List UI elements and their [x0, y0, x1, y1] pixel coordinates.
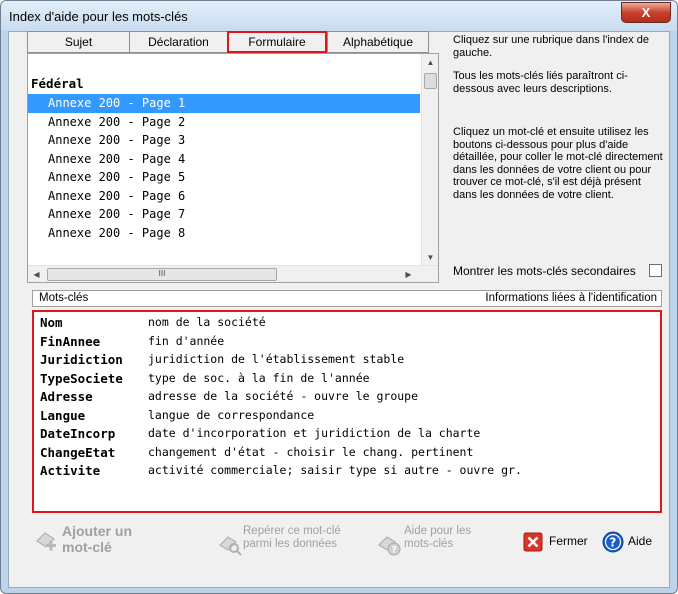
table-row[interactable]: DateIncorp date d'incorporation et jurid…	[40, 426, 650, 445]
horizontal-scroll-thumb[interactable]: III	[47, 268, 277, 281]
window-title: Index d'aide pour les mots-clés	[9, 9, 188, 24]
keyword-description: adresse de la société - ouvre le groupe	[148, 389, 419, 403]
help-label: Aide	[628, 534, 653, 548]
tab-declaration[interactable]: Déclaration	[129, 31, 227, 53]
scroll-up-arrow-icon[interactable]: ▲	[422, 54, 439, 71]
keyword-name: Langue	[40, 407, 86, 423]
table-row[interactable]: Juridiction juridiction de l'établisseme…	[40, 352, 650, 371]
index-tabs: Sujet Déclaration Formulaire Alphabétiqu…	[27, 31, 429, 53]
list-item[interactable]: Annexe 200 - Page 2	[28, 113, 420, 132]
close-label: Fermer	[549, 534, 588, 548]
help-button[interactable]: ? Aide	[600, 528, 662, 556]
add-keyword-label: Ajouter un mot-clé	[62, 523, 132, 555]
keyword-name: Nom	[40, 315, 63, 330]
form-list-vertical-scrollbar[interactable]: ▲ ▼	[421, 54, 438, 266]
keyword-name: TypeSociete	[40, 370, 123, 386]
keyword-description: fin d'année	[148, 333, 225, 348]
keyword-name: Activite	[40, 463, 101, 478]
window-close-button[interactable]: X	[621, 2, 671, 23]
keyword-description: activité commerciale; saisir type si aut…	[148, 463, 522, 477]
keyword-description: changement d'état - choisir le chang. pe…	[148, 444, 474, 459]
add-keyword-button[interactable]: Ajouter un mot-clé	[32, 523, 162, 567]
help-text-select-topic: Cliquez sur une rubrique dans l'index de…	[453, 34, 649, 59]
find-keyword-icon	[219, 536, 242, 556]
keyword-help-button[interactable]: ? Aide pour les mots-clés	[374, 525, 474, 565]
scroll-right-arrow-icon[interactable]: ▶	[400, 266, 417, 283]
list-item[interactable]: Annexe 200 - Page 6	[28, 187, 420, 206]
help-text-keywords-listed: Tous les mots-clés liés paraîtront ci-de…	[453, 70, 628, 95]
show-secondary-keywords-checkbox[interactable]	[649, 264, 662, 277]
svg-text:?: ?	[392, 546, 397, 556]
list-item[interactable]: Annexe 200 - Page 3	[28, 131, 420, 150]
keywords-column-header: Mots-clés	[39, 292, 89, 304]
keyword-help-icon: ?	[378, 536, 401, 556]
add-keyword-icon	[36, 532, 56, 551]
scroll-down-arrow-icon[interactable]: ▼	[422, 249, 439, 266]
title-bar[interactable]: Index d'aide pour les mots-clés X	[1, 1, 677, 31]
show-secondary-keywords-label: Montrer les mots-clés secondaires	[453, 264, 636, 278]
table-row[interactable]: Langue langue de correspondance	[40, 408, 650, 427]
list-item[interactable]: Annexe 200 - Page 1	[28, 94, 420, 113]
table-row[interactable]: FinAnnee fin d'année	[40, 334, 650, 353]
list-item[interactable]: Annexe 200 - Page 4	[28, 150, 420, 169]
keyword-description: date d'incorporation et juridiction de l…	[148, 426, 481, 440]
find-keyword-button[interactable]: Repérer ce mot-clé parmi les données	[215, 525, 355, 565]
info-column-header: Informations liées à l'identification	[485, 292, 657, 304]
keyword-name: FinAnnee	[40, 333, 101, 349]
keyword-help-index-window: Index d'aide pour les mots-clés X Sujet …	[0, 0, 678, 594]
svg-text:?: ?	[609, 536, 616, 550]
tab-sujet[interactable]: Sujet	[27, 31, 129, 53]
list-item[interactable]: Annexe 200 - Page 5	[28, 168, 420, 187]
tab-alphabetique[interactable]: Alphabétique	[327, 31, 429, 53]
keywords-table-header: Mots-clés Informations liées à l'identif…	[32, 290, 662, 307]
form-list[interactable]: Fédéral Annexe 200 - Page 1 Annexe 200 -…	[27, 53, 439, 283]
keyword-description: langue de correspondance	[148, 407, 315, 422]
keyword-name: Juridiction	[40, 352, 123, 367]
close-icon	[523, 532, 543, 552]
list-item[interactable]: Annexe 200 - Page 8	[28, 224, 420, 243]
table-row[interactable]: ChangeEtat changement d'état - choisir l…	[40, 445, 650, 464]
help-icon: ?	[602, 531, 624, 553]
keywords-table[interactable]: Nom nom de la société FinAnnee fin d'ann…	[32, 310, 662, 513]
table-row[interactable]: Activite activité commerciale; saisir ty…	[40, 463, 650, 482]
keyword-description: nom de la société	[148, 315, 266, 329]
tab-formulaire[interactable]: Formulaire	[227, 31, 327, 53]
keyword-name: ChangeEtat	[40, 444, 116, 460]
list-item[interactable]: Annexe 200 - Page 7	[28, 205, 420, 224]
table-row[interactable]: Nom nom de la société	[40, 315, 650, 334]
keyword-description: type de soc. à la fin de l'année	[148, 370, 370, 385]
form-list-items: Annexe 200 - Page 1 Annexe 200 - Page 2 …	[28, 94, 420, 242]
form-list-horizontal-scrollbar[interactable]: ◀ III ▶	[28, 265, 438, 282]
vertical-scroll-thumb[interactable]	[424, 73, 437, 89]
scroll-left-arrow-icon[interactable]: ◀	[28, 266, 45, 283]
close-button[interactable]: Fermer	[519, 528, 593, 556]
table-row[interactable]: TypeSociete type de soc. à la fin de l'a…	[40, 371, 650, 390]
help-text-usage: Cliquez un mot-clé et ensuite utilisez l…	[453, 126, 663, 201]
keyword-description: juridiction de l'établissement stable	[148, 352, 405, 366]
keyword-name: DateIncorp	[40, 426, 116, 441]
keyword-name: Adresse	[40, 389, 93, 404]
table-row[interactable]: Adresse adresse de la société - ouvre le…	[40, 389, 650, 408]
form-group-heading: Fédéral	[31, 76, 84, 91]
find-keyword-label: Repérer ce mot-clé parmi les données	[243, 525, 341, 550]
keyword-help-label: Aide pour les mots-clés	[404, 525, 472, 550]
